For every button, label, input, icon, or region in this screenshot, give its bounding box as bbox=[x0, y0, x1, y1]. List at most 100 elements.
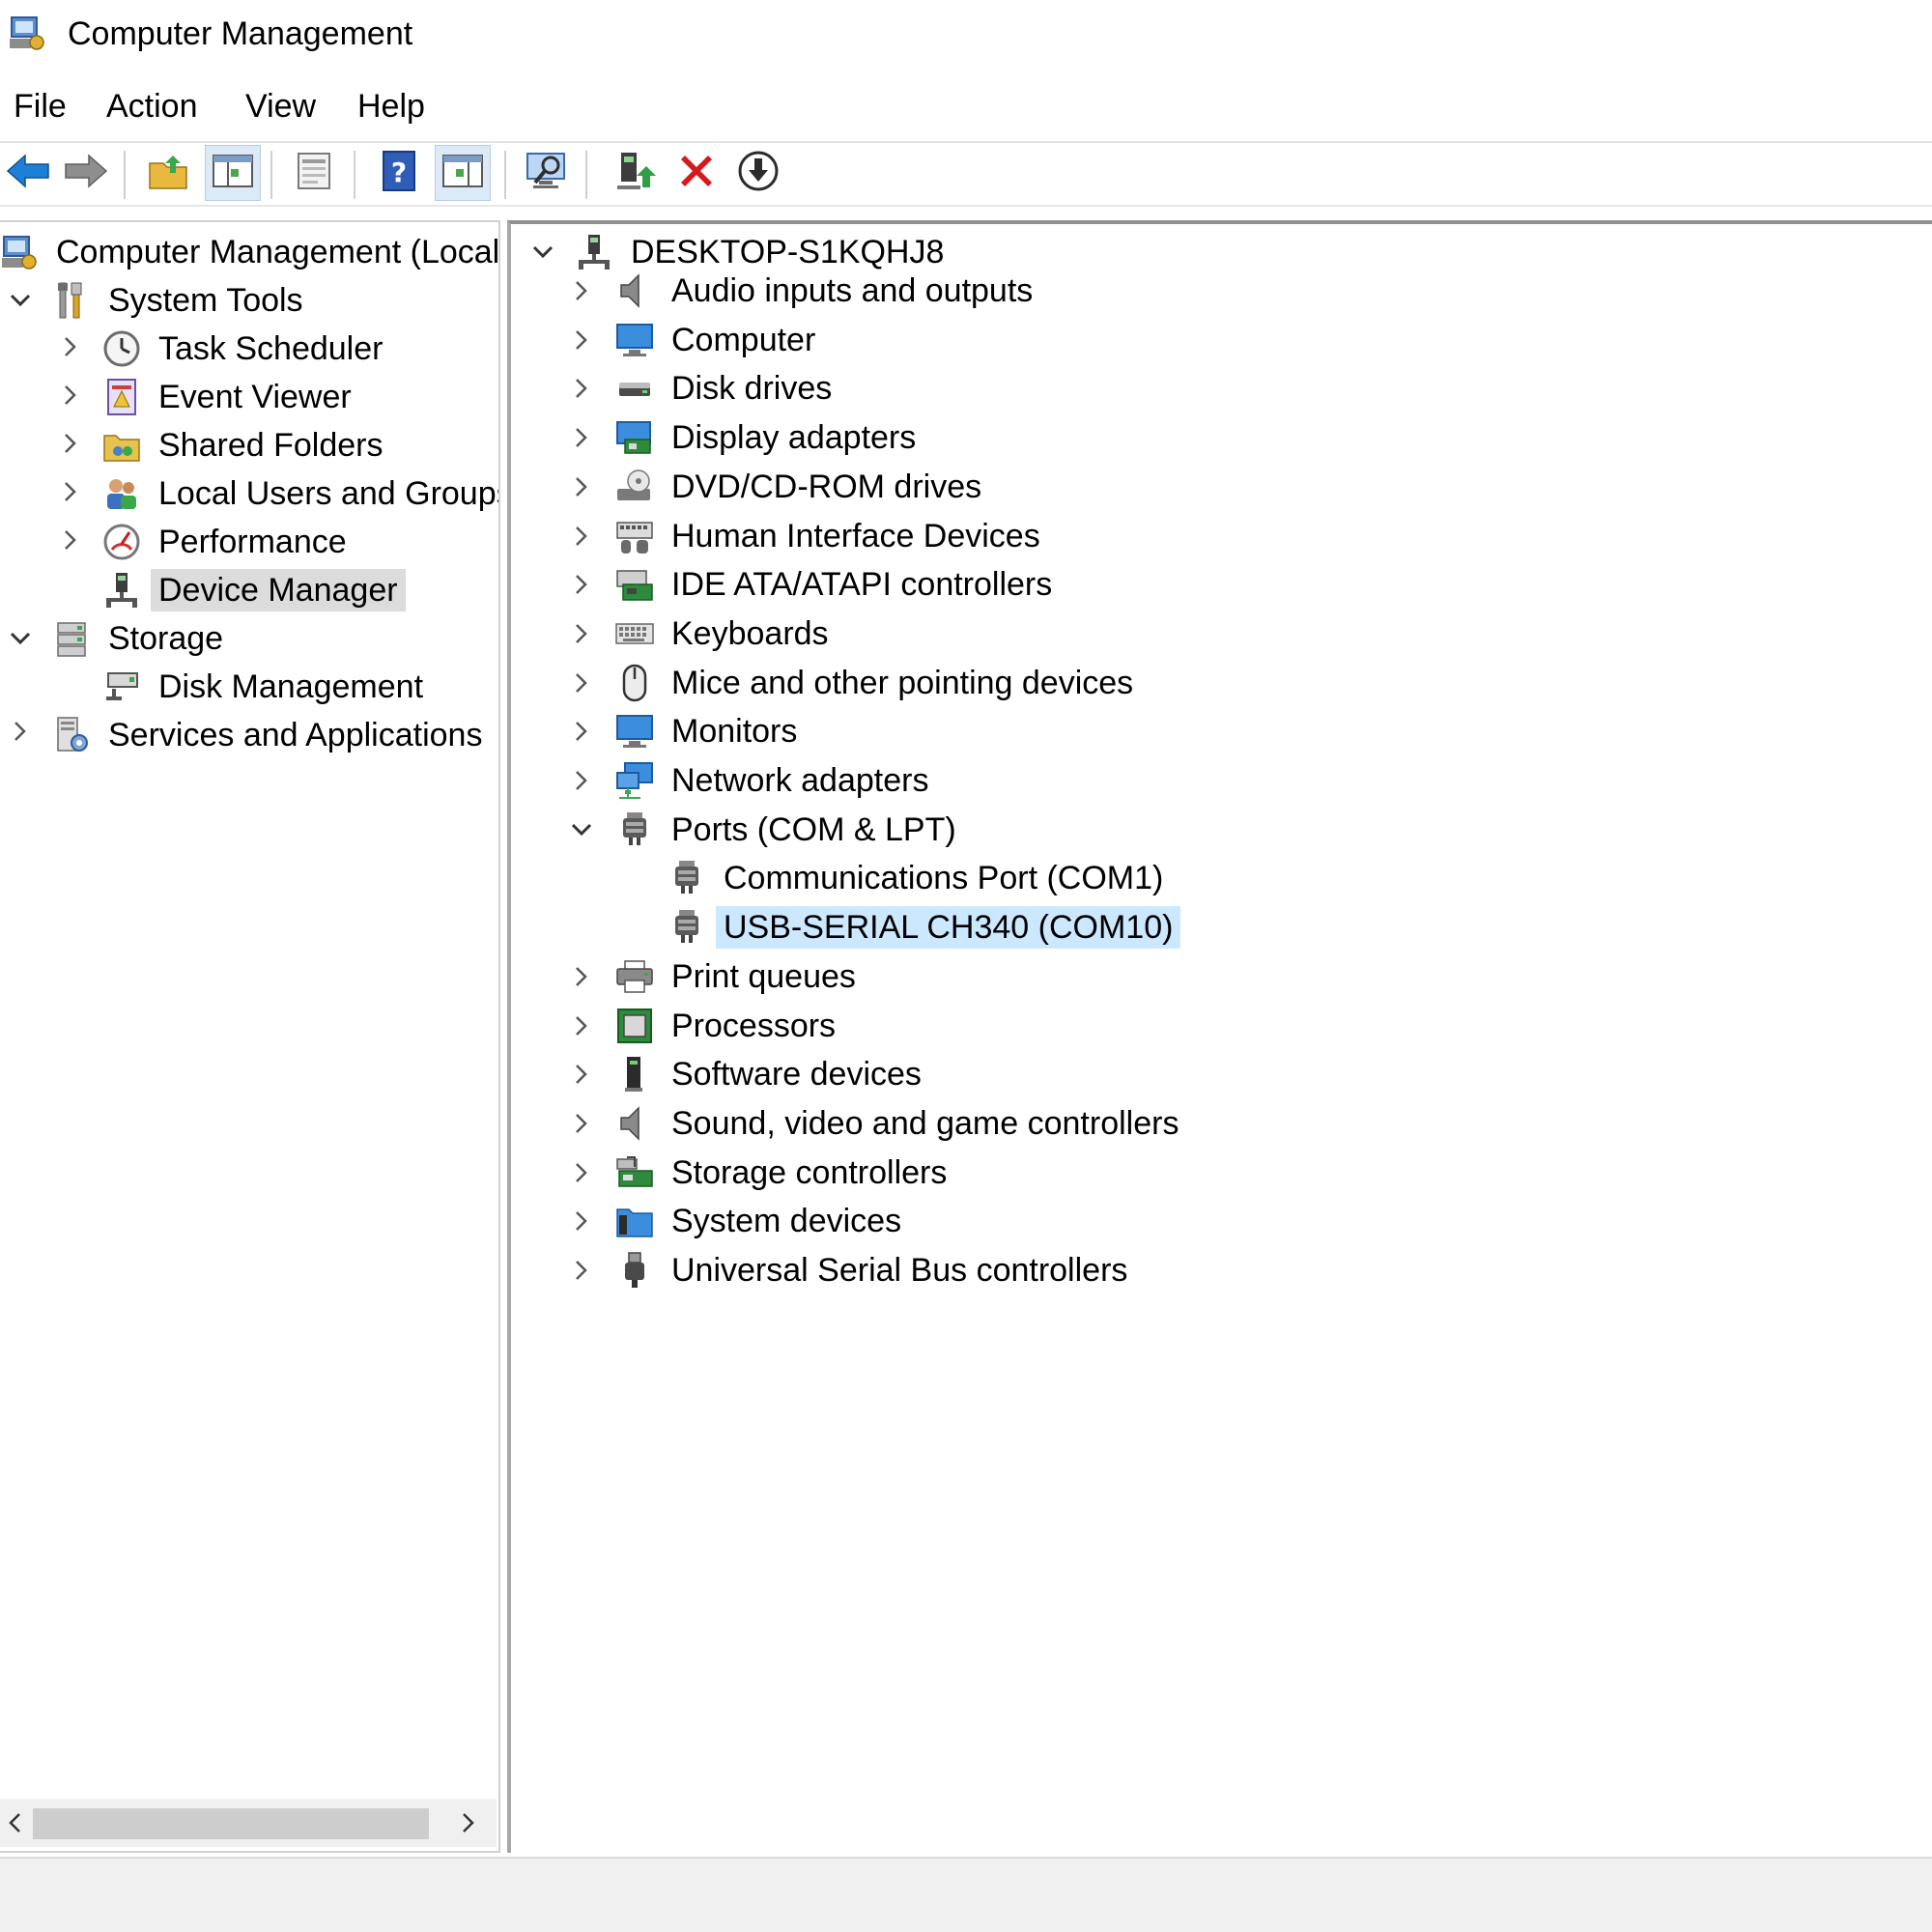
chevron-right-icon[interactable] bbox=[56, 429, 85, 458]
tree-item-task-scheduler[interactable]: Task Scheduler bbox=[102, 327, 390, 371]
device-category-print-queues[interactable]: Print queues bbox=[615, 954, 864, 999]
device-tree-pane[interactable]: DESKTOP-S1KQHJ8 Audio inputs and outputs… bbox=[507, 220, 1932, 1853]
device-category-system-devices[interactable]: System devices bbox=[615, 1199, 909, 1243]
tree-item-label: Disk Management bbox=[158, 668, 424, 705]
chevron-right-icon[interactable] bbox=[56, 526, 85, 554]
chevron-right-icon[interactable] bbox=[56, 332, 85, 361]
device-category-dvd-cd-rom-drives[interactable]: DVD/CD-ROM drives bbox=[615, 465, 989, 509]
title-bar: Computer Management bbox=[0, 0, 1932, 70]
chevron-right-icon[interactable] bbox=[567, 1011, 596, 1040]
chevron-right-icon[interactable] bbox=[567, 522, 596, 551]
up-one-level-button[interactable] bbox=[141, 145, 197, 201]
device-category-human-interface-devices[interactable]: Human Interface Devices bbox=[615, 514, 1048, 558]
chevron-down-icon[interactable] bbox=[567, 815, 596, 844]
scan-for-hardware-changes-button[interactable] bbox=[520, 145, 576, 201]
chevron-right-icon[interactable] bbox=[567, 1256, 596, 1285]
help-button[interactable]: ? bbox=[371, 145, 427, 201]
chevron-right-icon[interactable] bbox=[567, 276, 596, 305]
show-action-pane-icon bbox=[441, 152, 484, 195]
enable-device-button[interactable] bbox=[607, 145, 663, 201]
toolbar: ? bbox=[0, 145, 1932, 207]
chevron-right-icon[interactable] bbox=[567, 668, 596, 697]
device-item-com1[interactable]: Communications Port (COM1) bbox=[668, 856, 1171, 900]
scroll-right-icon[interactable] bbox=[454, 1799, 483, 1847]
chevron-right-icon[interactable] bbox=[567, 962, 596, 991]
show-hide-action-pane-button[interactable] bbox=[435, 145, 491, 201]
device-category-audio-inputs-and-outputs[interactable]: Audio inputs and outputs bbox=[615, 269, 1040, 313]
update-driver-button[interactable] bbox=[730, 145, 786, 201]
tools-icon bbox=[52, 281, 91, 320]
tree-item-services-and-applications[interactable]: Services and Applications bbox=[52, 713, 490, 757]
toolbar-separator bbox=[504, 151, 506, 199]
chevron-right-icon[interactable] bbox=[56, 477, 85, 506]
show-hide-console-tree-button[interactable] bbox=[205, 145, 261, 201]
device-category-sound-video-and-game-controllers[interactable]: Sound, video and game controllers bbox=[615, 1101, 1186, 1146]
toolbar-separator bbox=[270, 151, 272, 199]
back-button[interactable] bbox=[0, 145, 56, 201]
tree-item-shared-folders[interactable]: Shared Folders bbox=[102, 423, 390, 468]
device-category-network-adapters[interactable]: Network adapters bbox=[615, 758, 936, 803]
chevron-right-icon[interactable] bbox=[567, 717, 596, 746]
tree-item-computer-management[interactable]: Computer Management (Local bbox=[0, 230, 498, 274]
device-category-mice-and-other-pointing-devices[interactable]: Mice and other pointing devices bbox=[615, 661, 1141, 705]
device-category-universal-serial-bus-controllers[interactable]: Universal Serial Bus controllers bbox=[615, 1248, 1135, 1293]
tree-item-device-manager[interactable]: Device Manager bbox=[102, 568, 406, 612]
chevron-down-icon[interactable] bbox=[6, 624, 35, 653]
chevron-down-icon[interactable] bbox=[6, 286, 35, 315]
chevron-right-icon[interactable] bbox=[567, 1158, 596, 1187]
device-category-disk-drives[interactable]: Disk drives bbox=[615, 366, 839, 411]
tree-item-label: Shared Folders bbox=[158, 427, 384, 464]
properties-button[interactable] bbox=[286, 145, 342, 201]
device-category-computer[interactable]: Computer bbox=[615, 318, 823, 362]
storage-controller-icon bbox=[615, 1153, 654, 1192]
scroll-left-icon[interactable] bbox=[0, 1799, 29, 1847]
chevron-right-icon[interactable] bbox=[56, 381, 85, 410]
tree-item-performance[interactable]: Performance bbox=[102, 520, 355, 564]
chevron-right-icon[interactable] bbox=[567, 619, 596, 648]
menu-help[interactable]: Help bbox=[357, 83, 425, 129]
forward-button[interactable] bbox=[58, 145, 114, 201]
menu-file[interactable]: File bbox=[14, 83, 67, 129]
device-category-storage-controllers[interactable]: Storage controllers bbox=[615, 1151, 954, 1195]
device-manager-icon bbox=[102, 571, 141, 610]
update-driver-icon bbox=[736, 149, 781, 198]
tree-item-local-users-and-groups[interactable]: Local Users and Groups bbox=[102, 471, 500, 516]
device-label: Sound, video and game controllers bbox=[671, 1105, 1179, 1142]
device-category-monitors[interactable]: Monitors bbox=[615, 709, 805, 753]
device-category-processors[interactable]: Processors bbox=[615, 1004, 843, 1048]
device-category-keyboards[interactable]: Keyboards bbox=[615, 611, 837, 656]
device-category-ide-ata-atapi-controllers[interactable]: IDE ATA/ATAPI controllers bbox=[615, 562, 1060, 607]
tree-item-storage[interactable]: Storage bbox=[52, 616, 231, 661]
chevron-right-icon[interactable] bbox=[567, 326, 596, 355]
device-category-display-adapters[interactable]: Display adapters bbox=[615, 415, 923, 460]
device-item-com10[interactable]: USB-SERIAL CH340 (COM10) bbox=[668, 905, 1181, 950]
chevron-right-icon[interactable] bbox=[567, 766, 596, 795]
chevron-right-icon[interactable] bbox=[567, 1060, 596, 1089]
console-tree-pane[interactable]: Computer Management (Local System Tools … bbox=[0, 220, 500, 1853]
device-category-ports-com-lpt[interactable]: Ports (COM & LPT) bbox=[615, 808, 964, 852]
chevron-right-icon[interactable] bbox=[6, 717, 35, 746]
chevron-right-icon[interactable] bbox=[567, 1207, 596, 1236]
uninstall-device-icon bbox=[675, 150, 718, 197]
menu-view[interactable]: View bbox=[245, 83, 316, 129]
computer-name: DESKTOP-S1KQHJ8 bbox=[631, 234, 945, 270]
uninstall-device-button[interactable] bbox=[668, 145, 724, 201]
tree-item-event-viewer[interactable]: Event Viewer bbox=[102, 375, 359, 419]
chevron-right-icon[interactable] bbox=[567, 1109, 596, 1138]
chevron-right-icon[interactable] bbox=[567, 472, 596, 501]
scrollbar-thumb[interactable] bbox=[33, 1808, 429, 1839]
chevron-right-icon[interactable] bbox=[567, 423, 596, 452]
device-category-software-devices[interactable]: Software devices bbox=[615, 1052, 929, 1096]
status-bar bbox=[0, 1857, 1932, 1932]
chevron-right-icon[interactable] bbox=[567, 570, 596, 599]
chevron-down-icon[interactable] bbox=[528, 238, 557, 267]
device-label: Monitors bbox=[671, 713, 798, 750]
tree-item-system-tools[interactable]: System Tools bbox=[52, 278, 311, 323]
horizontal-scrollbar[interactable] bbox=[0, 1799, 497, 1847]
menu-action[interactable]: Action bbox=[106, 83, 198, 129]
computer-management-icon bbox=[8, 14, 46, 52]
tree-item-label: Local Users and Groups bbox=[158, 475, 500, 512]
tree-item-disk-management[interactable]: Disk Management bbox=[102, 665, 431, 709]
chevron-right-icon[interactable] bbox=[567, 374, 596, 403]
properties-icon bbox=[295, 152, 333, 195]
